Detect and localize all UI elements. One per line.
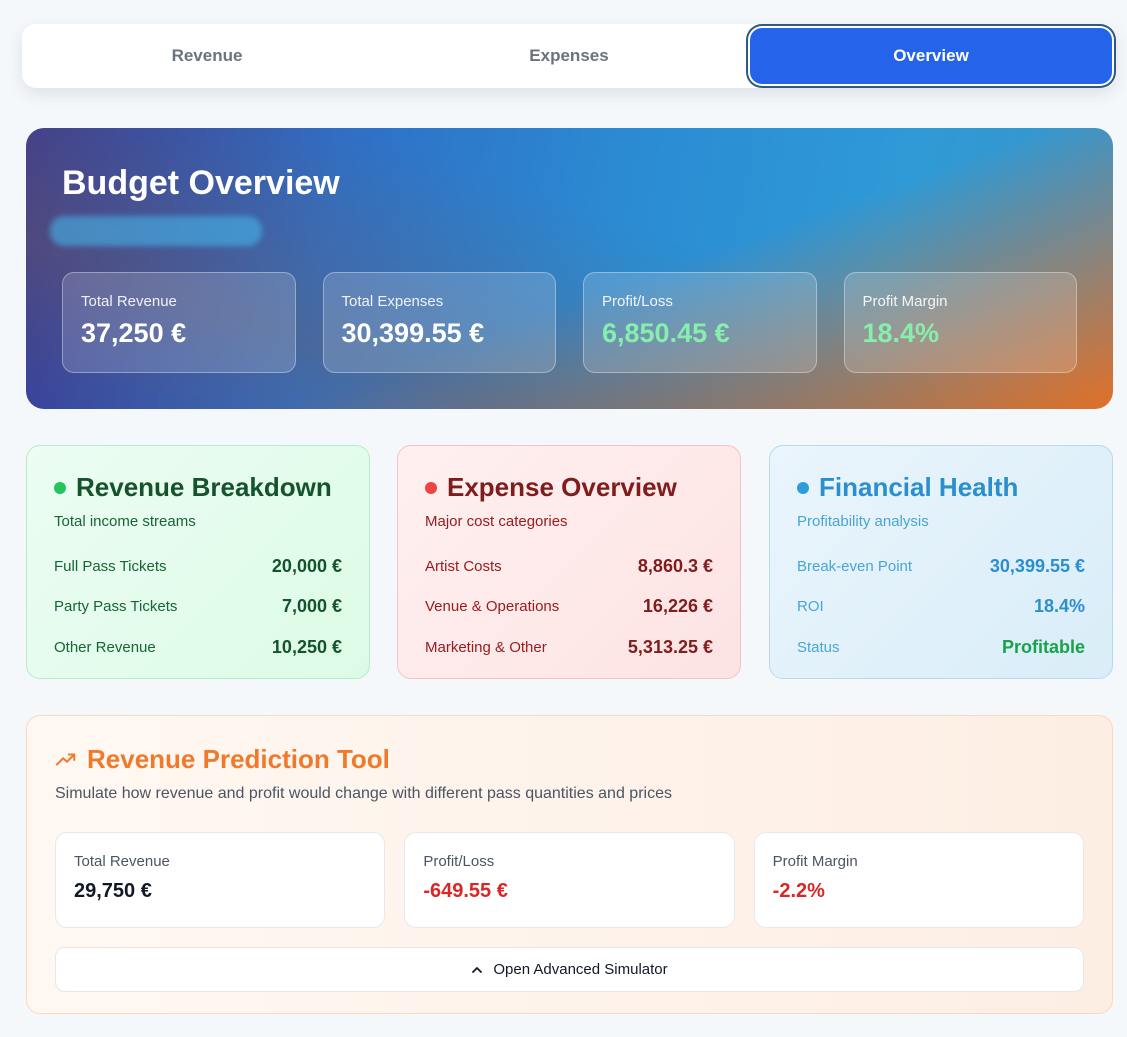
row-value: 20,000 € [271,555,342,576]
stat-value: 6,850.45 € [602,318,730,348]
stat-label: Total Revenue [81,293,177,310]
stat-label: Profit/Loss [602,293,673,310]
list-item: Status Profitable [797,627,1085,668]
list-item: Break-even Point 30,399.55 € [797,546,1085,587]
card-title: Expense Overview [447,472,677,502]
stat-value: -2.2% [772,880,825,902]
card-title: Revenue Breakdown [76,472,332,502]
row-label: Marketing & Other [425,638,547,656]
prediction-stats: Total Revenue 29,750 € Profit/Loss -649.… [55,832,1084,928]
predicted-profit-margin: Profit Margin -2.2% [753,832,1084,928]
card-header: Revenue Breakdown [54,472,342,503]
stat-profit-loss: Profit/Loss 6,850.45 € [583,272,817,373]
row-label: Artist Costs [425,557,502,575]
row-label: Other Revenue [54,638,156,656]
card-title: Financial Health [819,472,1019,502]
list-item: Full Pass Tickets 20,000 € [54,546,342,587]
financial-health-card: Financial Health Profitability analysis … [769,445,1113,679]
stat-label: Total Revenue [74,853,170,870]
button-label: Open Advanced Simulator [493,961,668,978]
panel-header: Revenue Prediction Tool [55,744,1084,775]
red-dot-icon [425,481,437,494]
summary-stats: Total Revenue 37,250 € Total Expenses 30… [62,272,1077,373]
tab-overview[interactable]: Overview [750,28,1112,84]
stat-value: 29,750 € [74,880,152,902]
stat-label: Profit Margin [772,853,858,870]
card-header: Financial Health [797,472,1085,503]
panel-title: Revenue Prediction Tool [87,744,390,774]
row-label: ROI [797,598,824,616]
stat-value: -649.55 € [423,880,508,902]
list-item: Party Pass Tickets 7,000 € [54,587,342,628]
tab-revenue[interactable]: Revenue [26,28,388,84]
card-subtitle: Major cost categories [425,513,568,530]
redacted-subtitle [50,216,262,246]
row-value: 7,000 € [281,596,342,617]
stat-value: 30,399.55 € [341,318,485,348]
tab-bar: Revenue Expenses Overview [22,24,1116,88]
open-advanced-simulator-button[interactable]: Open Advanced Simulator [55,947,1084,992]
revenue-breakdown-card: Revenue Breakdown Total income streams F… [26,445,370,679]
row-value: 16,226 € [642,596,713,617]
row-label: Break-even Point [797,557,913,575]
card-header: Expense Overview [425,472,713,503]
panel-subtitle: Simulate how revenue and profit would ch… [55,785,672,802]
stat-value: 18.4% [862,318,940,348]
list-item: Other Revenue 10,250 € [54,627,342,668]
row-label: Party Pass Tickets [54,598,178,616]
budget-overview-banner: Budget Overview Total Revenue 37,250 € T… [26,128,1113,409]
list-item: Venue & Operations 16,226 € [425,587,713,628]
row-value: 30,399.55 € [989,555,1085,576]
list-item: Artist Costs 8,860.3 € [425,546,713,587]
stat-label: Profit Margin [862,293,948,310]
card-subtitle: Profitability analysis [797,513,929,530]
status-badge: Profitable [1001,636,1085,657]
stat-label: Profit/Loss [423,853,495,870]
row-value: 10,250 € [271,636,342,657]
predicted-profit-loss: Profit/Loss -649.55 € [404,832,735,928]
row-value: 18.4% [1033,596,1085,617]
page-title: Budget Overview [62,164,340,202]
trending-up-icon [55,752,76,766]
expense-list: Artist Costs 8,860.3 € Venue & Operation… [425,546,713,668]
stat-total-expenses: Total Expenses 30,399.55 € [322,272,556,373]
list-item: Marketing & Other 5,313.25 € [425,627,713,668]
row-value: 5,313.25 € [627,636,713,657]
row-label: Full Pass Tickets [54,557,167,575]
revenue-prediction-panel: Revenue Prediction Tool Simulate how rev… [26,715,1113,1014]
expense-overview-card: Expense Overview Major cost categories A… [397,445,741,679]
tab-expenses[interactable]: Expenses [388,28,750,84]
card-subtitle: Total income streams [54,513,196,530]
list-item: ROI 18.4% [797,587,1085,628]
row-value: 8,860.3 € [637,555,713,576]
row-label: Venue & Operations [425,598,560,616]
blue-dot-icon [797,481,809,494]
predicted-total-revenue: Total Revenue 29,750 € [55,832,386,928]
chevron-up-icon [472,966,483,973]
budget-page: Revenue Expenses Overview Budget Overvie… [0,0,1127,1037]
stat-profit-margin: Profit Margin 18.4% [843,272,1077,373]
health-list: Break-even Point 30,399.55 € ROI 18.4% S… [797,546,1085,668]
row-label: Status [797,638,840,656]
breakdown-list: Full Pass Tickets 20,000 € Party Pass Ti… [54,546,342,668]
stat-total-revenue: Total Revenue 37,250 € [62,272,296,373]
stat-value: 37,250 € [81,318,187,348]
green-dot-icon [54,481,66,494]
stat-label: Total Expenses [341,293,444,310]
